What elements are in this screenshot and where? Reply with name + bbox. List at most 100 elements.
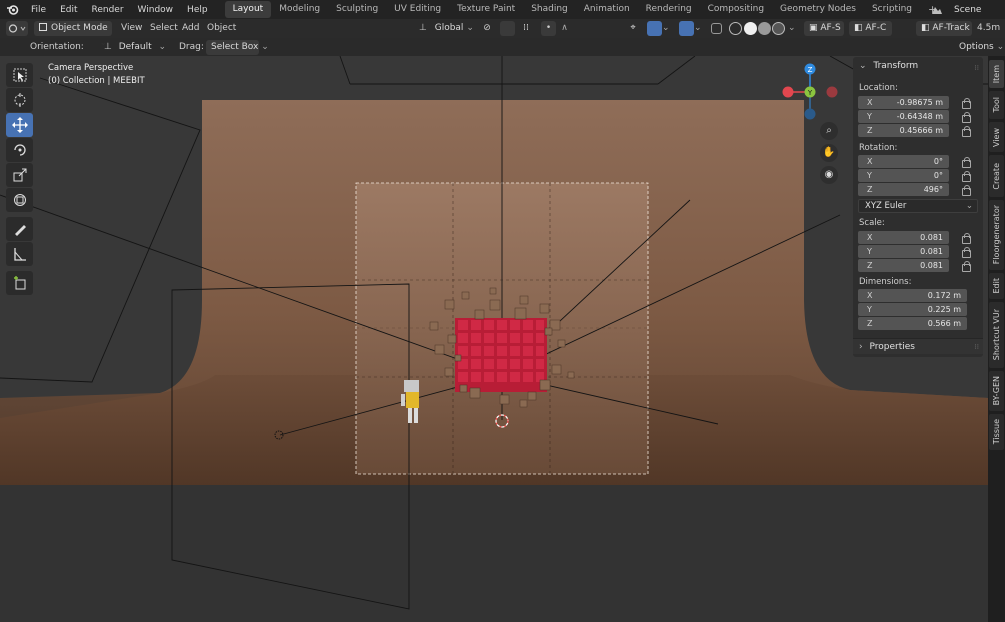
lock-icon[interactable] — [962, 247, 971, 258]
dimensions-z-field[interactable]: Z 0.566 m — [858, 317, 967, 330]
rotation-z-field[interactable]: Z 496° — [858, 183, 949, 196]
mode-dropdown[interactable]: Object Mode⌄ — [34, 21, 112, 48]
tab-item[interactable]: Item — [989, 60, 1004, 88]
rotation-x-field[interactable]: X 0° — [858, 155, 949, 168]
location-x-field[interactable]: X -0.98675 m — [858, 96, 949, 109]
menu-select[interactable]: Select — [150, 21, 178, 36]
pivot-point-icon[interactable]: ⊘ — [476, 21, 498, 36]
workspace-tab-scripting[interactable]: Scripting — [864, 1, 920, 18]
workspace-tab-sculpting[interactable]: Sculpting — [328, 1, 386, 18]
orientation-icon: ⊥ — [104, 42, 112, 52]
snap-toggle-icon[interactable] — [500, 21, 515, 36]
blender-logo-icon[interactable] — [0, 0, 24, 19]
scale-y-value: 0.081 — [920, 247, 943, 256]
af-s-button[interactable]: ▣ AF-S — [804, 21, 844, 36]
scale-x-field[interactable]: X 0.081 — [858, 231, 949, 244]
workspace-tab-compositing[interactable]: Compositing — [700, 1, 772, 18]
panel-grip-icon[interactable]: ⁞⁞ — [975, 64, 979, 72]
tab-tissue[interactable]: Tissue — [989, 414, 1004, 450]
location-z-field[interactable]: Z 0.45666 m — [858, 124, 949, 137]
falloff-curve-icon[interactable]: ∧ — [557, 21, 572, 36]
gizmo-dropdown-icon[interactable]: ⌄ — [662, 21, 672, 36]
menu-object[interactable]: Object — [207, 21, 236, 36]
menu-add[interactable]: Add — [182, 21, 199, 36]
rotation-y-field[interactable]: Y 0° — [858, 169, 949, 182]
3d-viewport[interactable]: Z Y Camera Perspective (0) Collection | … — [0, 56, 988, 622]
dimensions-y-field[interactable]: Y 0.225 m — [858, 303, 967, 316]
menu-view[interactable]: View — [121, 21, 142, 36]
xray-toggle-icon[interactable] — [711, 23, 722, 34]
workspace-tab-uv-editing[interactable]: UV Editing — [386, 1, 449, 18]
editor-type-icon[interactable] — [6, 21, 28, 36]
transform-header[interactable]: ⌄ Transform — [859, 61, 918, 71]
camera-view-icon[interactable]: ◉ — [820, 166, 838, 184]
tab-edit[interactable]: Edit — [989, 273, 1004, 299]
lock-icon[interactable] — [962, 185, 971, 196]
overlay-toggle-icon[interactable] — [679, 21, 694, 36]
shading-wireframe-icon[interactable] — [729, 22, 742, 35]
location-x-value: -0.98675 m — [896, 98, 943, 107]
shading-rendered-icon[interactable] — [772, 22, 785, 35]
annotate-icon[interactable] — [6, 217, 33, 241]
scale-y-field[interactable]: Y 0.081 — [858, 245, 949, 258]
lock-icon[interactable] — [962, 126, 971, 137]
properties-header[interactable]: › Properties ⁞⁞ — [853, 338, 983, 354]
af-track-button[interactable]: ◧ AF-Track — [916, 21, 972, 36]
tab-view[interactable]: View — [989, 122, 1004, 152]
shading-material-icon[interactable] — [758, 22, 771, 35]
cursor-icon[interactable] — [6, 88, 33, 112]
tab-floorgenerator[interactable]: Floorgenerator — [989, 200, 1004, 270]
shading-solid-icon[interactable] — [744, 22, 757, 35]
zoom-icon[interactable]: ⌕ — [820, 122, 838, 140]
viewport-header: Object Mode⌄ View Select Add Object ⊥ Gl… — [0, 19, 1005, 48]
drag-dropdown[interactable]: Select Box ⌄ — [206, 40, 269, 55]
tab-tool[interactable]: Tool — [989, 91, 1004, 119]
tab-shortcut-vur-label: Shortcut VUr — [992, 309, 1001, 361]
scale-z-field[interactable]: Z 0.081 — [858, 259, 949, 272]
lock-icon[interactable] — [962, 112, 971, 123]
tab-by-gen[interactable]: BY-GEN — [989, 371, 1004, 411]
shading-dropdown-icon[interactable]: ⌄ — [788, 21, 798, 36]
options-dropdown[interactable]: Options ⌄ — [954, 40, 1004, 55]
visibility-icon[interactable]: ⌖ — [622, 21, 644, 36]
pan-hand-icon[interactable]: ✋ — [820, 144, 838, 162]
gizmo-toggle-icon[interactable] — [647, 21, 662, 36]
proportional-edit-icon[interactable]: • — [541, 21, 556, 36]
lock-icon[interactable] — [962, 171, 971, 182]
workspace-tab-rendering[interactable]: Rendering — [638, 1, 700, 18]
transform-icon[interactable] — [6, 188, 33, 212]
rotate-icon[interactable] — [6, 138, 33, 162]
rotation-mode-dropdown[interactable]: XYZ Euler ⌄ — [858, 199, 978, 213]
lock-icon[interactable] — [962, 261, 971, 272]
add-cube-icon[interactable] — [6, 271, 33, 295]
dimensions-x-field[interactable]: X 0.172 m — [858, 289, 967, 302]
menu-file[interactable]: File — [24, 5, 53, 15]
workspace-tab-shading[interactable]: Shading — [523, 1, 576, 18]
scene-selector[interactable]: Scene — [930, 1, 1005, 18]
scale-icon[interactable] — [6, 163, 33, 187]
snap-element-icon[interactable]: ⁞⁞ — [515, 21, 537, 36]
workspace-tab-geometry-nodes[interactable]: Geometry Nodes — [772, 1, 864, 18]
workspace-tab-animation[interactable]: Animation — [576, 1, 638, 18]
orientation-dropdown[interactable]: ⊥ Default ⌄ — [99, 40, 171, 55]
menu-render[interactable]: Render — [85, 5, 131, 15]
menu-edit[interactable]: Edit — [53, 5, 84, 15]
workspace-tab-modeling[interactable]: Modeling — [271, 1, 328, 18]
focus-distance: 4.5m — [977, 23, 1001, 33]
location-y-field[interactable]: Y -0.64348 m — [858, 110, 949, 123]
workspace-tab-texture-paint[interactable]: Texture Paint — [449, 1, 523, 18]
lock-icon[interactable] — [962, 157, 971, 168]
tab-shortcut-vur[interactable]: Shortcut VUr — [989, 302, 1004, 368]
lock-icon[interactable] — [962, 98, 971, 109]
workspace-tab-layout[interactable]: Layout — [224, 1, 272, 18]
tab-create[interactable]: Create — [989, 155, 1004, 197]
menu-window[interactable]: Window — [131, 5, 181, 15]
overlay-dropdown-icon[interactable]: ⌄ — [694, 21, 704, 36]
measure-icon[interactable] — [6, 242, 33, 266]
select-box-icon[interactable] — [6, 63, 33, 87]
menu-help[interactable]: Help — [180, 5, 215, 15]
lock-icon[interactable] — [962, 233, 971, 244]
transform-orientation-dropdown[interactable]: ⊥ Global ⌄ — [414, 21, 474, 36]
af-c-button[interactable]: ◧ AF-C — [849, 21, 892, 36]
move-icon[interactable] — [6, 113, 33, 137]
